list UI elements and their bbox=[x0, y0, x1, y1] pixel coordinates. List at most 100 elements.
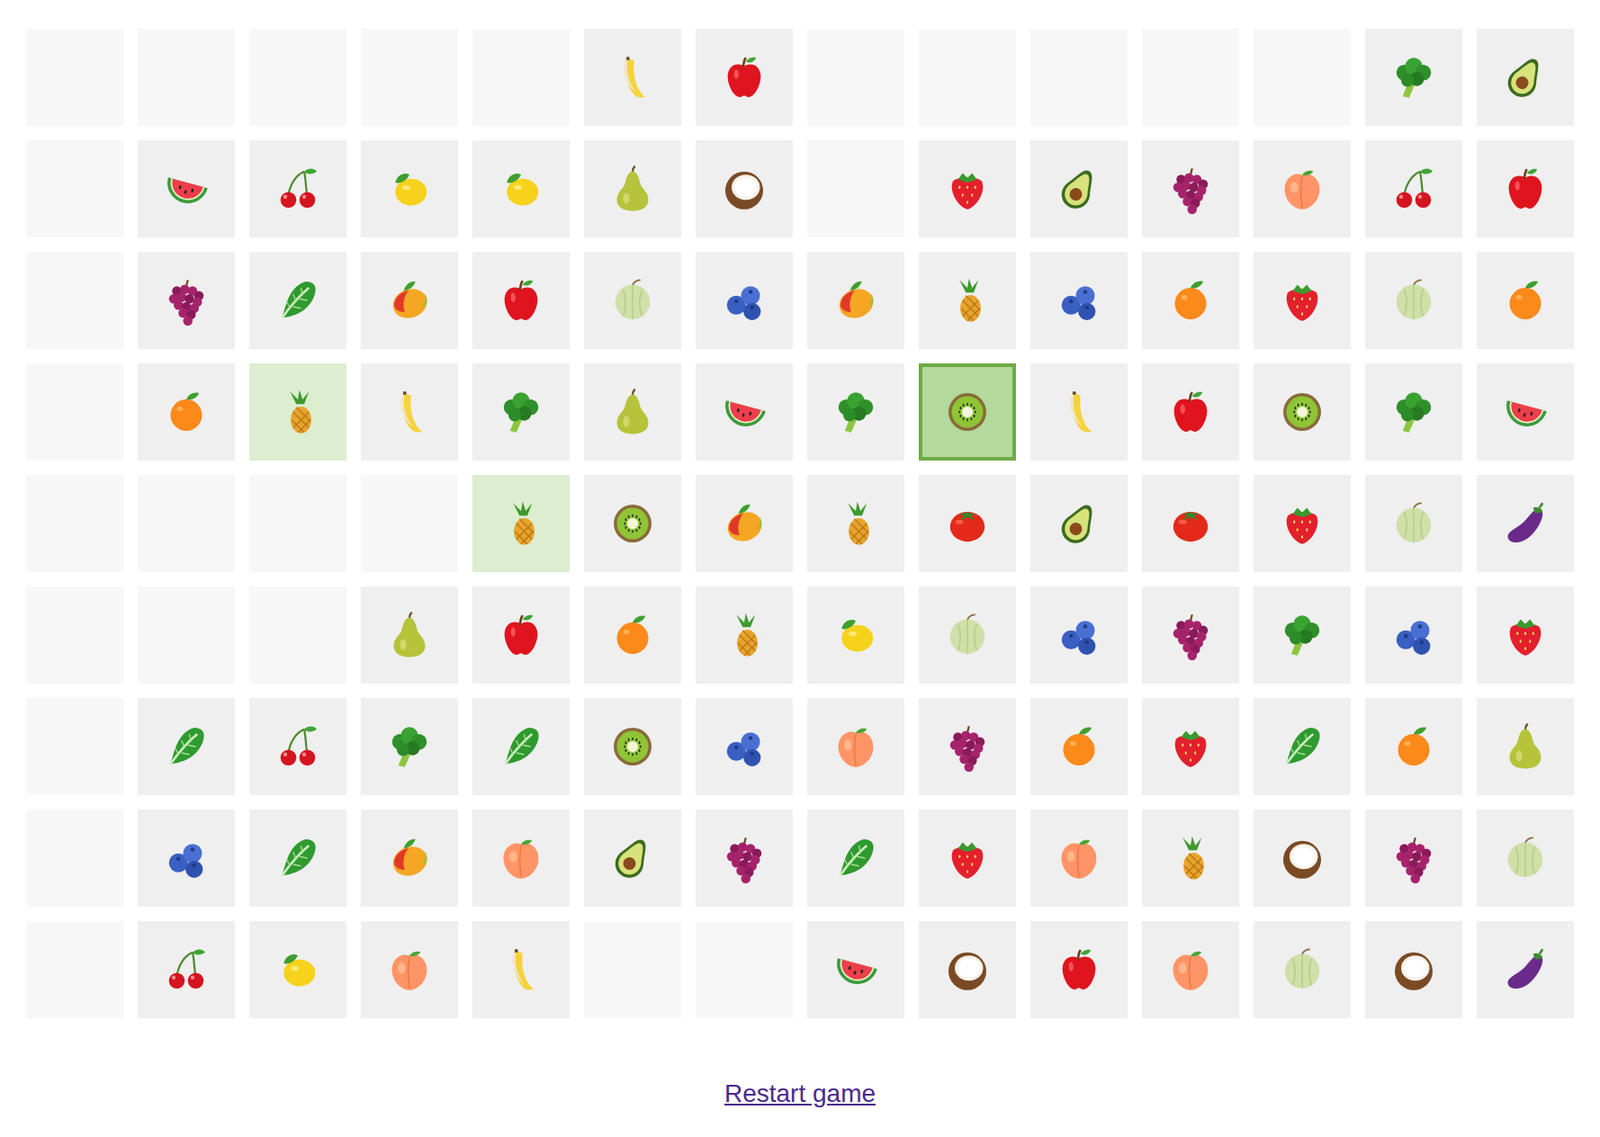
empty-tile[interactable] bbox=[807, 140, 905, 238]
fruit-tile[interactable] bbox=[1030, 698, 1128, 796]
fruit-tile[interactable] bbox=[1365, 363, 1463, 461]
fruit-tile[interactable] bbox=[807, 475, 905, 573]
empty-tile[interactable] bbox=[26, 28, 124, 126]
fruit-tile[interactable] bbox=[918, 363, 1016, 461]
fruit-tile[interactable] bbox=[1253, 809, 1351, 908]
fruit-tile[interactable] bbox=[918, 809, 1016, 908]
fruit-tile[interactable] bbox=[584, 28, 682, 126]
fruit-tile[interactable] bbox=[1141, 921, 1240, 1019]
fruit-tile[interactable] bbox=[1253, 475, 1351, 573]
fruit-tile[interactable] bbox=[807, 363, 905, 461]
empty-tile[interactable] bbox=[249, 475, 347, 573]
fruit-tile[interactable] bbox=[137, 363, 235, 461]
fruit-tile[interactable] bbox=[584, 698, 682, 796]
empty-tile[interactable] bbox=[584, 921, 682, 1019]
empty-tile[interactable] bbox=[918, 28, 1016, 126]
fruit-tile[interactable] bbox=[472, 475, 570, 573]
fruit-tile[interactable] bbox=[249, 140, 347, 238]
fruit-tile[interactable] bbox=[360, 363, 459, 461]
fruit-tile[interactable] bbox=[1141, 475, 1240, 573]
fruit-tile[interactable] bbox=[695, 809, 793, 908]
fruit-tile[interactable] bbox=[1365, 475, 1463, 573]
fruit-tile[interactable] bbox=[584, 586, 682, 684]
fruit-tile[interactable] bbox=[695, 698, 793, 796]
empty-tile[interactable] bbox=[137, 586, 235, 684]
empty-tile[interactable] bbox=[26, 586, 124, 684]
restart-link[interactable]: Restart game bbox=[724, 1078, 876, 1111]
fruit-tile[interactable] bbox=[137, 698, 235, 796]
empty-tile[interactable] bbox=[1030, 28, 1128, 126]
fruit-tile[interactable] bbox=[807, 809, 905, 908]
fruit-tile[interactable] bbox=[360, 809, 459, 908]
fruit-tile[interactable] bbox=[137, 921, 235, 1019]
fruit-tile[interactable] bbox=[1365, 28, 1463, 126]
fruit-tile[interactable] bbox=[1476, 28, 1574, 126]
fruit-tile[interactable] bbox=[1141, 809, 1240, 908]
fruit-tile[interactable] bbox=[472, 809, 570, 908]
fruit-tile[interactable] bbox=[1141, 363, 1240, 461]
fruit-tile[interactable] bbox=[918, 698, 1016, 796]
fruit-tile[interactable] bbox=[137, 140, 235, 238]
empty-tile[interactable] bbox=[26, 698, 124, 796]
empty-tile[interactable] bbox=[26, 251, 124, 350]
fruit-tile[interactable] bbox=[360, 586, 459, 684]
fruit-tile[interactable] bbox=[584, 809, 682, 908]
fruit-tile[interactable] bbox=[918, 921, 1016, 1019]
fruit-tile[interactable] bbox=[1365, 921, 1463, 1019]
fruit-tile[interactable] bbox=[249, 921, 347, 1019]
fruit-tile[interactable] bbox=[1253, 698, 1351, 796]
empty-tile[interactable] bbox=[249, 28, 347, 126]
fruit-tile[interactable] bbox=[1141, 251, 1240, 350]
fruit-tile[interactable] bbox=[1141, 140, 1240, 238]
empty-tile[interactable] bbox=[249, 586, 347, 684]
fruit-tile[interactable] bbox=[360, 251, 459, 350]
fruit-tile[interactable] bbox=[1030, 140, 1128, 238]
fruit-tile[interactable] bbox=[584, 363, 682, 461]
fruit-tile[interactable] bbox=[1030, 475, 1128, 573]
fruit-tile[interactable] bbox=[1476, 363, 1574, 461]
fruit-tile[interactable] bbox=[1365, 140, 1463, 238]
fruit-tile[interactable] bbox=[1476, 251, 1574, 350]
fruit-tile[interactable] bbox=[1030, 921, 1128, 1019]
fruit-tile[interactable] bbox=[249, 698, 347, 796]
fruit-tile[interactable] bbox=[137, 251, 235, 350]
empty-tile[interactable] bbox=[1141, 28, 1240, 126]
fruit-tile[interactable] bbox=[1476, 698, 1574, 796]
fruit-tile[interactable] bbox=[137, 809, 235, 908]
fruit-tile[interactable] bbox=[807, 251, 905, 350]
fruit-tile[interactable] bbox=[1030, 586, 1128, 684]
fruit-tile[interactable] bbox=[584, 475, 682, 573]
fruit-tile[interactable] bbox=[1476, 475, 1574, 573]
fruit-tile[interactable] bbox=[1141, 586, 1240, 684]
fruit-tile[interactable] bbox=[1365, 809, 1463, 908]
fruit-tile[interactable] bbox=[695, 475, 793, 573]
empty-tile[interactable] bbox=[137, 475, 235, 573]
fruit-tile[interactable] bbox=[1253, 921, 1351, 1019]
empty-tile[interactable] bbox=[26, 140, 124, 238]
empty-tile[interactable] bbox=[1253, 28, 1351, 126]
fruit-tile[interactable] bbox=[360, 140, 459, 238]
fruit-tile[interactable] bbox=[1253, 586, 1351, 684]
fruit-tile[interactable] bbox=[1141, 698, 1240, 796]
fruit-tile[interactable] bbox=[249, 363, 347, 461]
empty-tile[interactable] bbox=[26, 475, 124, 573]
fruit-tile[interactable] bbox=[360, 698, 459, 796]
fruit-tile[interactable] bbox=[472, 921, 570, 1019]
fruit-tile[interactable] bbox=[472, 586, 570, 684]
fruit-tile[interactable] bbox=[807, 586, 905, 684]
empty-tile[interactable] bbox=[695, 921, 793, 1019]
fruit-tile[interactable] bbox=[249, 809, 347, 908]
fruit-tile[interactable] bbox=[1030, 363, 1128, 461]
fruit-tile[interactable] bbox=[472, 140, 570, 238]
fruit-tile[interactable] bbox=[584, 140, 682, 238]
fruit-tile[interactable] bbox=[1030, 809, 1128, 908]
fruit-tile[interactable] bbox=[472, 363, 570, 461]
fruit-tile[interactable] bbox=[918, 140, 1016, 238]
fruit-tile[interactable] bbox=[918, 586, 1016, 684]
fruit-tile[interactable] bbox=[249, 251, 347, 350]
empty-tile[interactable] bbox=[26, 363, 124, 461]
fruit-tile[interactable] bbox=[1476, 586, 1574, 684]
fruit-tile[interactable] bbox=[1253, 251, 1351, 350]
fruit-tile[interactable] bbox=[1253, 140, 1351, 238]
empty-tile[interactable] bbox=[26, 809, 124, 908]
